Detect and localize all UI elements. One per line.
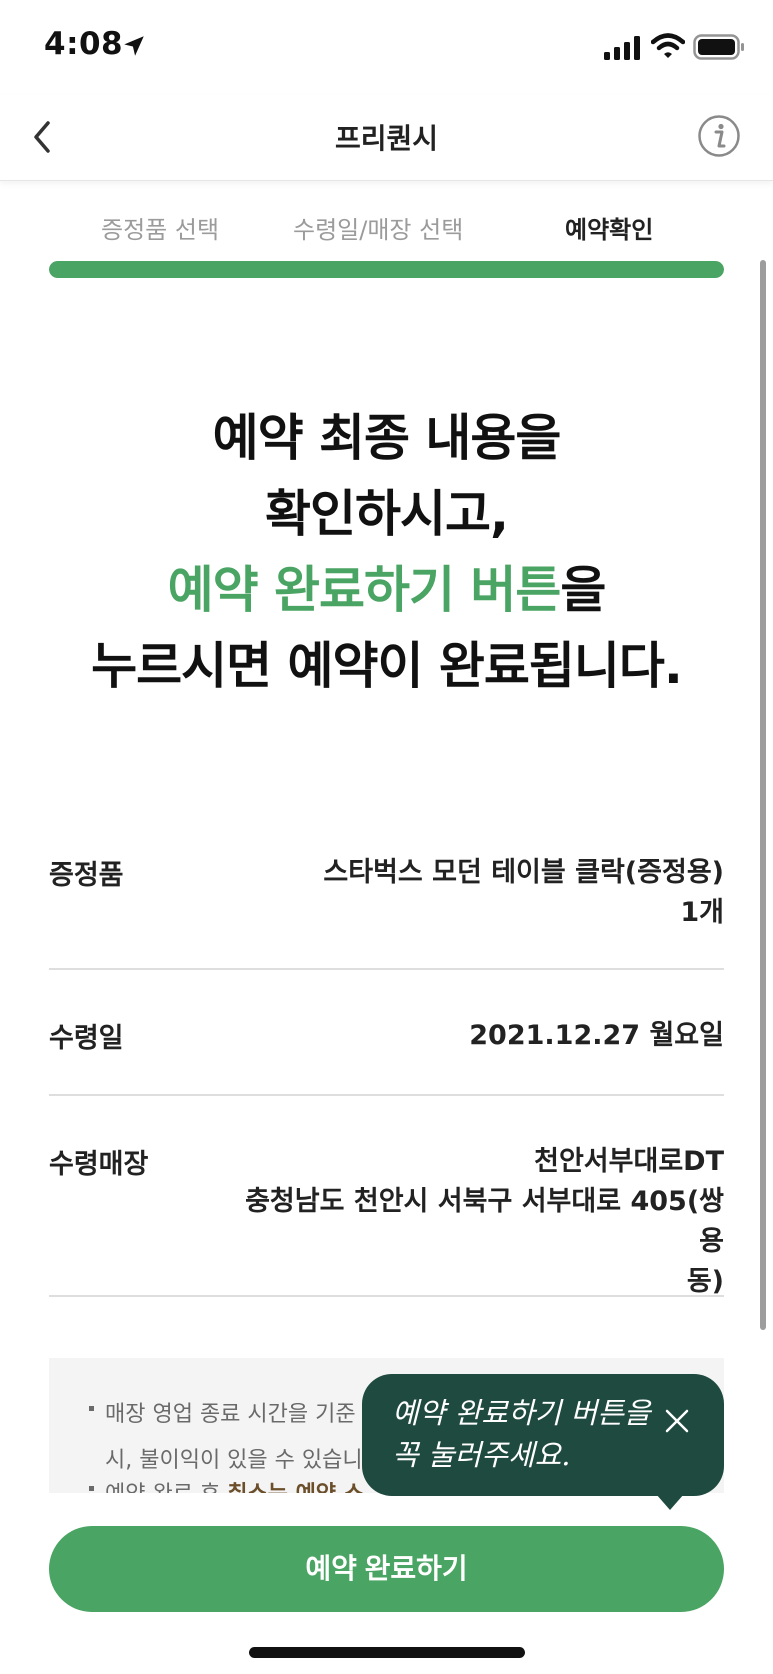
tooltip-line-1: 예약 완료하기 버튼을 (392, 1396, 651, 1430)
pickup-store-value: 천안서부대로DT 충청남도 천안시 서북구 서부대로 405(쌍용 동) (224, 1142, 724, 1302)
headline-line-1: 예약 최종 내용을 (212, 409, 562, 467)
bullet-icon (89, 1406, 94, 1411)
tooltip-bubble: 예약 완료하기 버튼을 꼭 눌러주세요. (362, 1374, 724, 1496)
pickup-date-row: 수령일 2021.12.27 월요일 (49, 1016, 724, 1096)
navigation-bar: 프리퀀시 (0, 95, 773, 181)
status-bar: 4:08 (0, 0, 773, 95)
pickup-store-row: 수령매장 천안서부대로DT 충청남도 천안시 서북구 서부대로 405(쌍용 동… (49, 1142, 724, 1297)
store-name: 천안서부대로DT (534, 1146, 724, 1177)
notice-line-2: 시, 불이익이 있을 수 있습니 (105, 1448, 363, 1473)
tooltip-line-2: 꼭 눌러주세요. (392, 1438, 571, 1472)
complete-reservation-button[interactable]: 예약 완료하기 (49, 1526, 724, 1612)
pickup-date-label: 수령일 (49, 1023, 124, 1054)
bullet-icon (89, 1486, 94, 1491)
close-icon[interactable] (664, 1408, 690, 1434)
wifi-icon (651, 33, 685, 58)
headline-highlight: 예약 완료하기 버튼 (167, 561, 562, 619)
page-title: 프리퀀시 (334, 122, 439, 155)
headline: 예약 최종 내용을 확인하시고, 예약 완료하기 버튼을 누르시면 예약이 완료… (0, 400, 773, 704)
headline-line-3-rest: 을 (560, 561, 606, 619)
info-icon[interactable] (697, 114, 741, 158)
notice-line-1: 매장 영업 종료 시간을 기준 (105, 1402, 356, 1427)
gift-label: 증정품 (49, 860, 124, 891)
progress-bar (49, 261, 724, 278)
gift-name: 스타벅스 모던 테이블 클락(증정용) (323, 857, 724, 888)
tooltip-tail (656, 1494, 684, 1510)
step-gift-select: 증정품 선택 (101, 216, 220, 244)
store-address-line-1: 충청남도 천안시 서북구 서부대로 405(쌍용 (245, 1186, 724, 1257)
step-confirm: 예약확인 (565, 216, 654, 244)
progress-fill (49, 261, 724, 278)
headline-line-3: 예약 완료하기 버튼을 (0, 552, 773, 628)
headline-line-2: 확인하시고, (265, 485, 509, 543)
gift-quantity: 1개 (680, 897, 724, 928)
location-arrow-icon (124, 36, 144, 56)
tooltip-text: 예약 완료하기 버튼을 꼭 눌러주세요. (392, 1392, 651, 1476)
battery-icon (693, 34, 744, 60)
home-indicator (249, 1647, 525, 1658)
headline-line-4: 누르시면 예약이 완료됩니다. (91, 637, 683, 695)
gift-row: 증정품 스타벅스 모던 테이블 클락(증정용) 1개 (49, 853, 724, 970)
pickup-store-label: 수령매장 (49, 1149, 149, 1180)
cellular-signal-icon (604, 36, 640, 60)
pickup-date-value: 2021.12.27 월요일 (469, 1020, 724, 1051)
step-date-store-select: 수령일/매장 선택 (293, 216, 464, 244)
step-indicator: 증정품 선택 수령일/매장 선택 예약확인 (49, 210, 724, 250)
gift-value: 스타벅스 모던 테이블 클락(증정용) 1개 (323, 853, 724, 933)
store-address-line-2: 동) (686, 1266, 724, 1297)
status-time: 4:08 (44, 26, 124, 62)
